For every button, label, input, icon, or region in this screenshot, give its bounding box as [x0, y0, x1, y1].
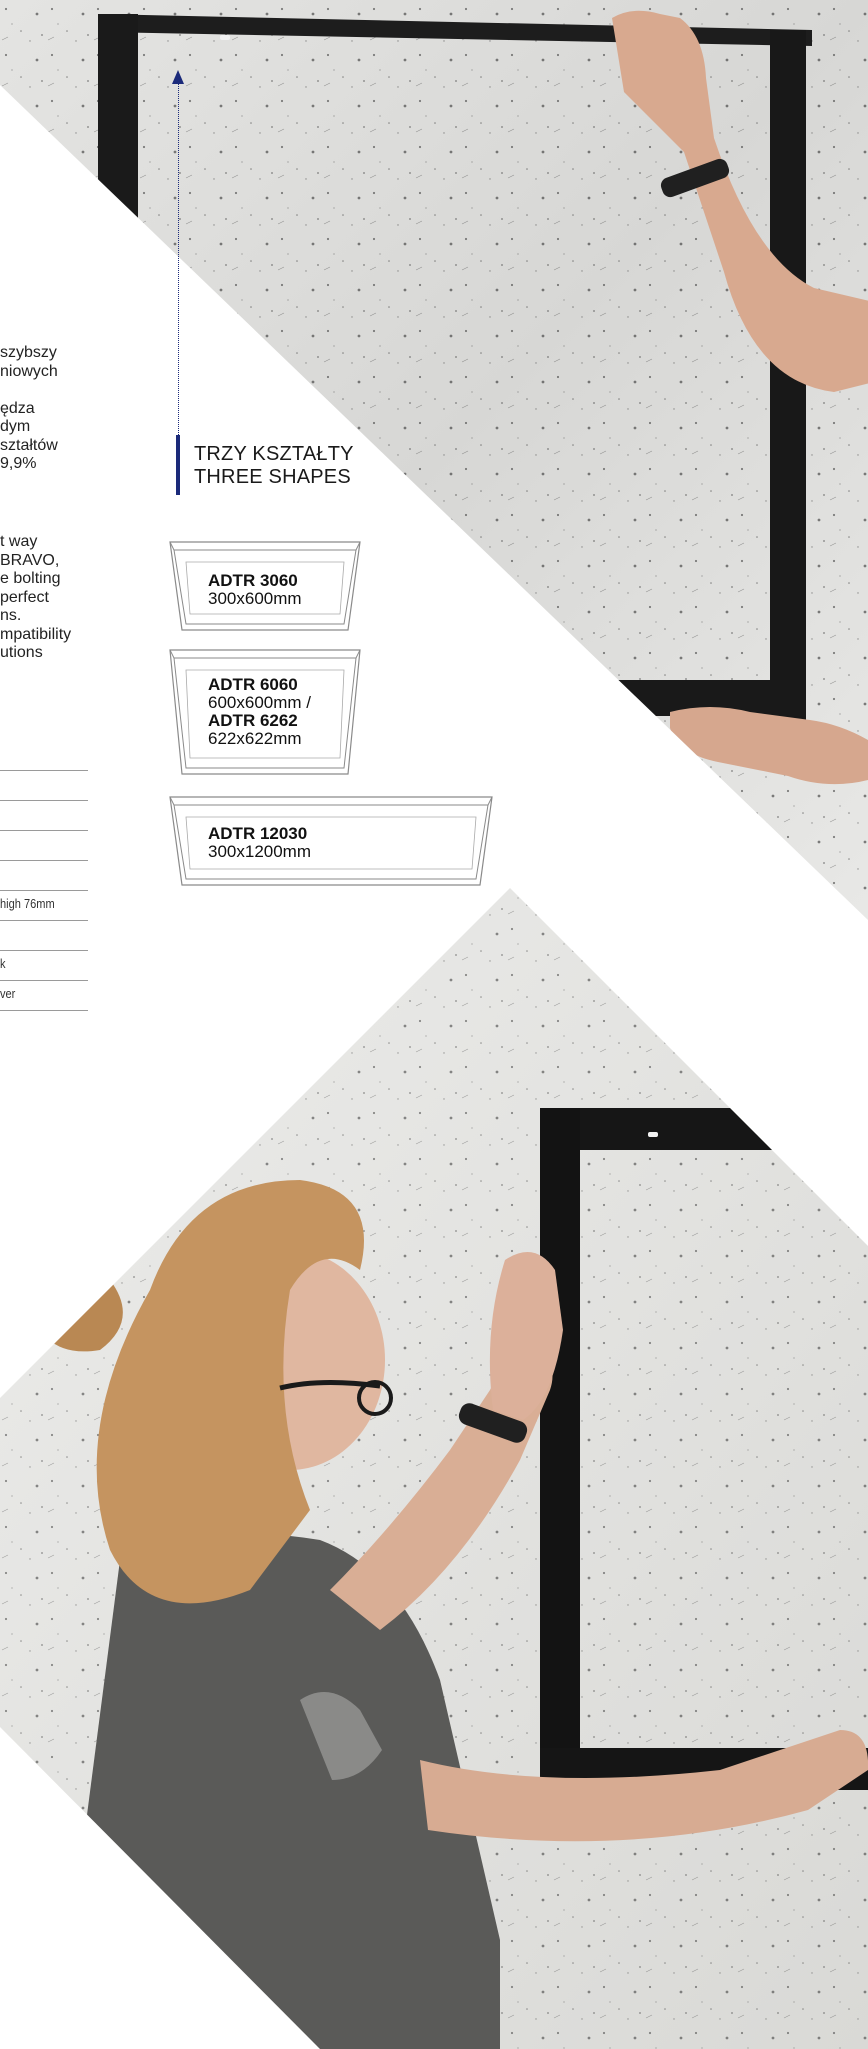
shape-code: ADTR 6262: [208, 711, 298, 730]
shape-size: 300x1200mm: [208, 842, 312, 861]
text-line: niowych: [0, 362, 58, 380]
heading-line-pl: TRZY KSZTAŁTY: [194, 443, 354, 465]
text-line: dym: [0, 418, 31, 435]
shape-size: 622x622mm: [208, 729, 302, 748]
shape-card-3060: ADTR 3060 300x600mm: [168, 540, 362, 632]
text-line: 9,9%: [0, 455, 37, 472]
shape-size: 300x600mm: [208, 589, 302, 608]
shapes-heading: TRZY KSZTAŁTY THREE SHAPES: [194, 443, 354, 489]
dotted-guide-line: [178, 80, 179, 435]
spec-value: ver: [0, 986, 16, 1001]
heading-line-en: THREE SHAPES: [194, 466, 351, 488]
text-line: ędza: [0, 399, 35, 417]
shape-code: ADTR 3060: [208, 571, 298, 590]
table-rule: [0, 890, 88, 891]
text-line: t way: [0, 533, 38, 550]
text-gap: [0, 381, 58, 400]
table-rule: [0, 980, 88, 981]
text-line: mpatibility: [0, 625, 72, 643]
intro-paragraph-en: t way BRAVO, e bolting perfect ns. mpati…: [0, 533, 71, 663]
text-line: utions: [0, 644, 43, 661]
shape-code: ADTR 6060: [208, 675, 298, 694]
table-rule: [0, 860, 88, 861]
table-rule: [0, 770, 88, 771]
shape-card-6060: ADTR 6060 600x600mm / ADTR 6262 622x622m…: [168, 648, 362, 776]
shape-label: ADTR 3060 300x600mm: [208, 572, 302, 608]
shape-label: ADTR 6060 600x600mm / ADTR 6262 622x622m…: [208, 676, 311, 748]
shape-card-12030: ADTR 12030 300x1200mm: [168, 795, 494, 887]
text-line: perfect: [0, 588, 49, 606]
table-rule: [0, 800, 88, 801]
shape-size: 600x600mm /: [208, 693, 311, 712]
spec-value: high 76mm: [0, 896, 55, 911]
table-rule: [0, 830, 88, 831]
text-line: e bolting: [0, 570, 61, 587]
text-line: BRAVO,: [0, 551, 60, 569]
text-line: ształtów: [0, 436, 58, 454]
heading-accent-bar: [176, 435, 180, 495]
text-line: szybszy: [0, 344, 57, 361]
spec-value: k: [0, 956, 6, 971]
shape-label: ADTR 12030 300x1200mm: [208, 825, 311, 861]
table-rule: [0, 950, 88, 951]
table-rule: [0, 920, 88, 921]
product-photo: [0, 0, 868, 2049]
shape-code: ADTR 12030: [208, 824, 308, 843]
table-rule: [0, 1010, 88, 1011]
text-line: ns.: [0, 607, 22, 624]
intro-paragraph-pl: szybszy niowych ędza dym ształtów 9,9%: [0, 344, 58, 474]
